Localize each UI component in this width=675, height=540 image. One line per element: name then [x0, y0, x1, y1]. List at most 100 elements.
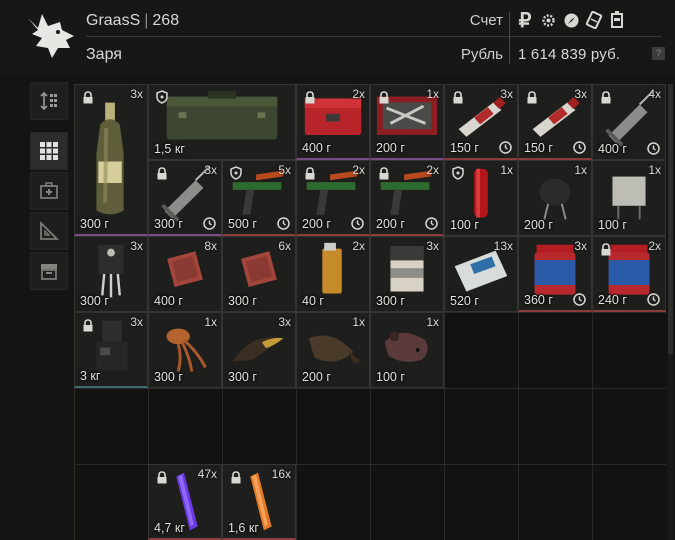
item-weight: 150 г — [524, 141, 553, 155]
item-weight: 40 г — [302, 294, 324, 308]
item-champagne[interactable]: 3x 300 г — [74, 84, 148, 236]
item-syringe-2[interactable]: 3x 300 г — [148, 160, 222, 236]
ruble-icon[interactable]: ₽ — [516, 10, 534, 32]
player-level: 268 — [152, 12, 180, 29]
item-weight: 200 г — [524, 218, 553, 232]
shield-icon — [156, 90, 168, 104]
player-name-text: GraasS — [86, 12, 141, 29]
item-weight: 300 г — [228, 294, 257, 308]
item-count: 2x — [648, 239, 661, 253]
item-count: 5x — [278, 163, 291, 177]
item-count: 4x — [648, 87, 661, 101]
item-squid[interactable]: 1x 300 г — [148, 312, 222, 388]
item-count: 3x — [130, 87, 143, 101]
item-red-cylinder[interactable]: 1x 100 г — [444, 160, 518, 236]
item-weight: 200 г — [302, 217, 331, 231]
lock-icon — [305, 91, 315, 104]
clock-icon — [499, 141, 512, 154]
clock-icon — [573, 293, 586, 306]
lock-icon — [305, 167, 315, 180]
item-count: 1x — [426, 315, 439, 329]
item-lighter[interactable]: 2x 40 г — [296, 236, 370, 312]
lock-icon — [231, 471, 241, 484]
clock-icon — [647, 142, 660, 155]
ticket-icon[interactable] — [585, 10, 603, 30]
item-count: 3x — [204, 163, 217, 177]
item-count: 2x — [352, 87, 365, 101]
item-weight: 300 г — [228, 370, 257, 384]
clock-icon — [203, 217, 216, 230]
header-divider — [86, 36, 661, 37]
ruler-category-button[interactable] — [30, 212, 68, 250]
item-weight: 520 г — [450, 294, 479, 308]
clock-icon — [573, 141, 586, 154]
lock-icon — [379, 91, 389, 104]
item-dart-gun-2[interactable]: 2x 200 г — [296, 160, 370, 236]
item-jar-2[interactable]: 2x 240 г — [592, 236, 666, 312]
sort-icon — [40, 91, 57, 111]
item-jar-1[interactable]: 3x 360 г — [518, 236, 592, 312]
item-bandage[interactable]: 13x 520 г — [444, 236, 518, 312]
item-glowstick-orange[interactable]: 16x 1,6 кг — [222, 464, 296, 540]
item-repair-kit[interactable]: 1x 200 г — [370, 84, 444, 160]
wolf-logo-icon — [28, 14, 74, 58]
shield-icon — [452, 166, 464, 180]
scrollbar[interactable] — [668, 84, 673, 540]
item-weight: 1,6 кг — [228, 521, 259, 535]
item-count: 1x — [204, 315, 217, 329]
grid-view-icon — [40, 142, 58, 160]
item-relay[interactable]: 1x 100 г — [592, 160, 666, 236]
item-count: 16x — [271, 467, 291, 481]
gear-icon[interactable] — [539, 10, 557, 30]
item-count: 6x — [278, 239, 291, 253]
help-button[interactable]: ? — [652, 47, 665, 60]
item-syringe-1[interactable]: 4x 400 г — [592, 84, 666, 160]
item-chip-1[interactable]: 8x 400 г — [148, 236, 222, 312]
item-red-toolbox[interactable]: 2x 400 г — [296, 84, 370, 160]
item-horn[interactable]: 3x 300 г — [222, 312, 296, 388]
lock-icon — [83, 319, 93, 332]
item-device[interactable]: 3x 3 кг — [74, 312, 148, 388]
account-label: Счет — [469, 12, 503, 29]
scrollbar-thumb[interactable] — [668, 84, 673, 354]
lock-icon — [453, 91, 463, 104]
clock-icon — [277, 217, 290, 230]
faction-name: Заря — [86, 46, 122, 63]
item-weight: 1,5 кг — [154, 142, 185, 156]
compass-icon[interactable] — [562, 10, 580, 30]
item-tube-2[interactable]: 3x 150 г — [518, 84, 592, 160]
item-weight: 400 г — [154, 294, 183, 308]
clock-icon — [647, 293, 660, 306]
box-category-button[interactable] — [30, 252, 68, 290]
tool-column — [30, 82, 70, 292]
item-count: 13x — [493, 239, 513, 253]
item-dart-gun-1[interactable]: 5x 500 г — [222, 160, 296, 236]
item-chip-2[interactable]: 6x 300 г — [222, 236, 296, 312]
item-count: 3x — [278, 315, 291, 329]
medkit-category-button[interactable] — [30, 172, 68, 210]
item-count: 1x — [352, 315, 365, 329]
item-rat-head[interactable]: 1x 100 г — [370, 312, 444, 388]
grid-view-button[interactable] — [30, 132, 68, 170]
item-tube-1[interactable]: 3x 150 г — [444, 84, 518, 160]
lock-icon — [157, 471, 167, 484]
sort-button[interactable] — [30, 82, 68, 120]
item-military-case[interactable]: 1,5 кг — [148, 84, 296, 160]
item-capacitor[interactable]: 1x 200 г — [518, 160, 592, 236]
item-weight: 400 г — [302, 141, 331, 155]
item-weight: 300 г — [376, 294, 405, 308]
item-transistor[interactable]: 3x 300 г — [74, 236, 148, 312]
item-weight: 360 г — [524, 293, 553, 307]
lock-icon — [379, 167, 389, 180]
medkit-category-icon — [40, 182, 58, 199]
device-icon[interactable] — [608, 10, 626, 30]
lock-icon — [601, 243, 611, 256]
item-glowstick-purple[interactable]: 47x 4,7 кг — [148, 464, 222, 540]
item-weight: 3 кг — [80, 369, 101, 383]
item-cigarettes[interactable]: 3x 300 г — [370, 236, 444, 312]
ruler-category-icon — [40, 221, 59, 240]
item-fish[interactable]: 1x 200 г — [296, 312, 370, 388]
item-weight: 100 г — [450, 218, 479, 232]
item-dart-gun-3[interactable]: 2x 200 г — [370, 160, 444, 236]
lock-icon — [527, 91, 537, 104]
